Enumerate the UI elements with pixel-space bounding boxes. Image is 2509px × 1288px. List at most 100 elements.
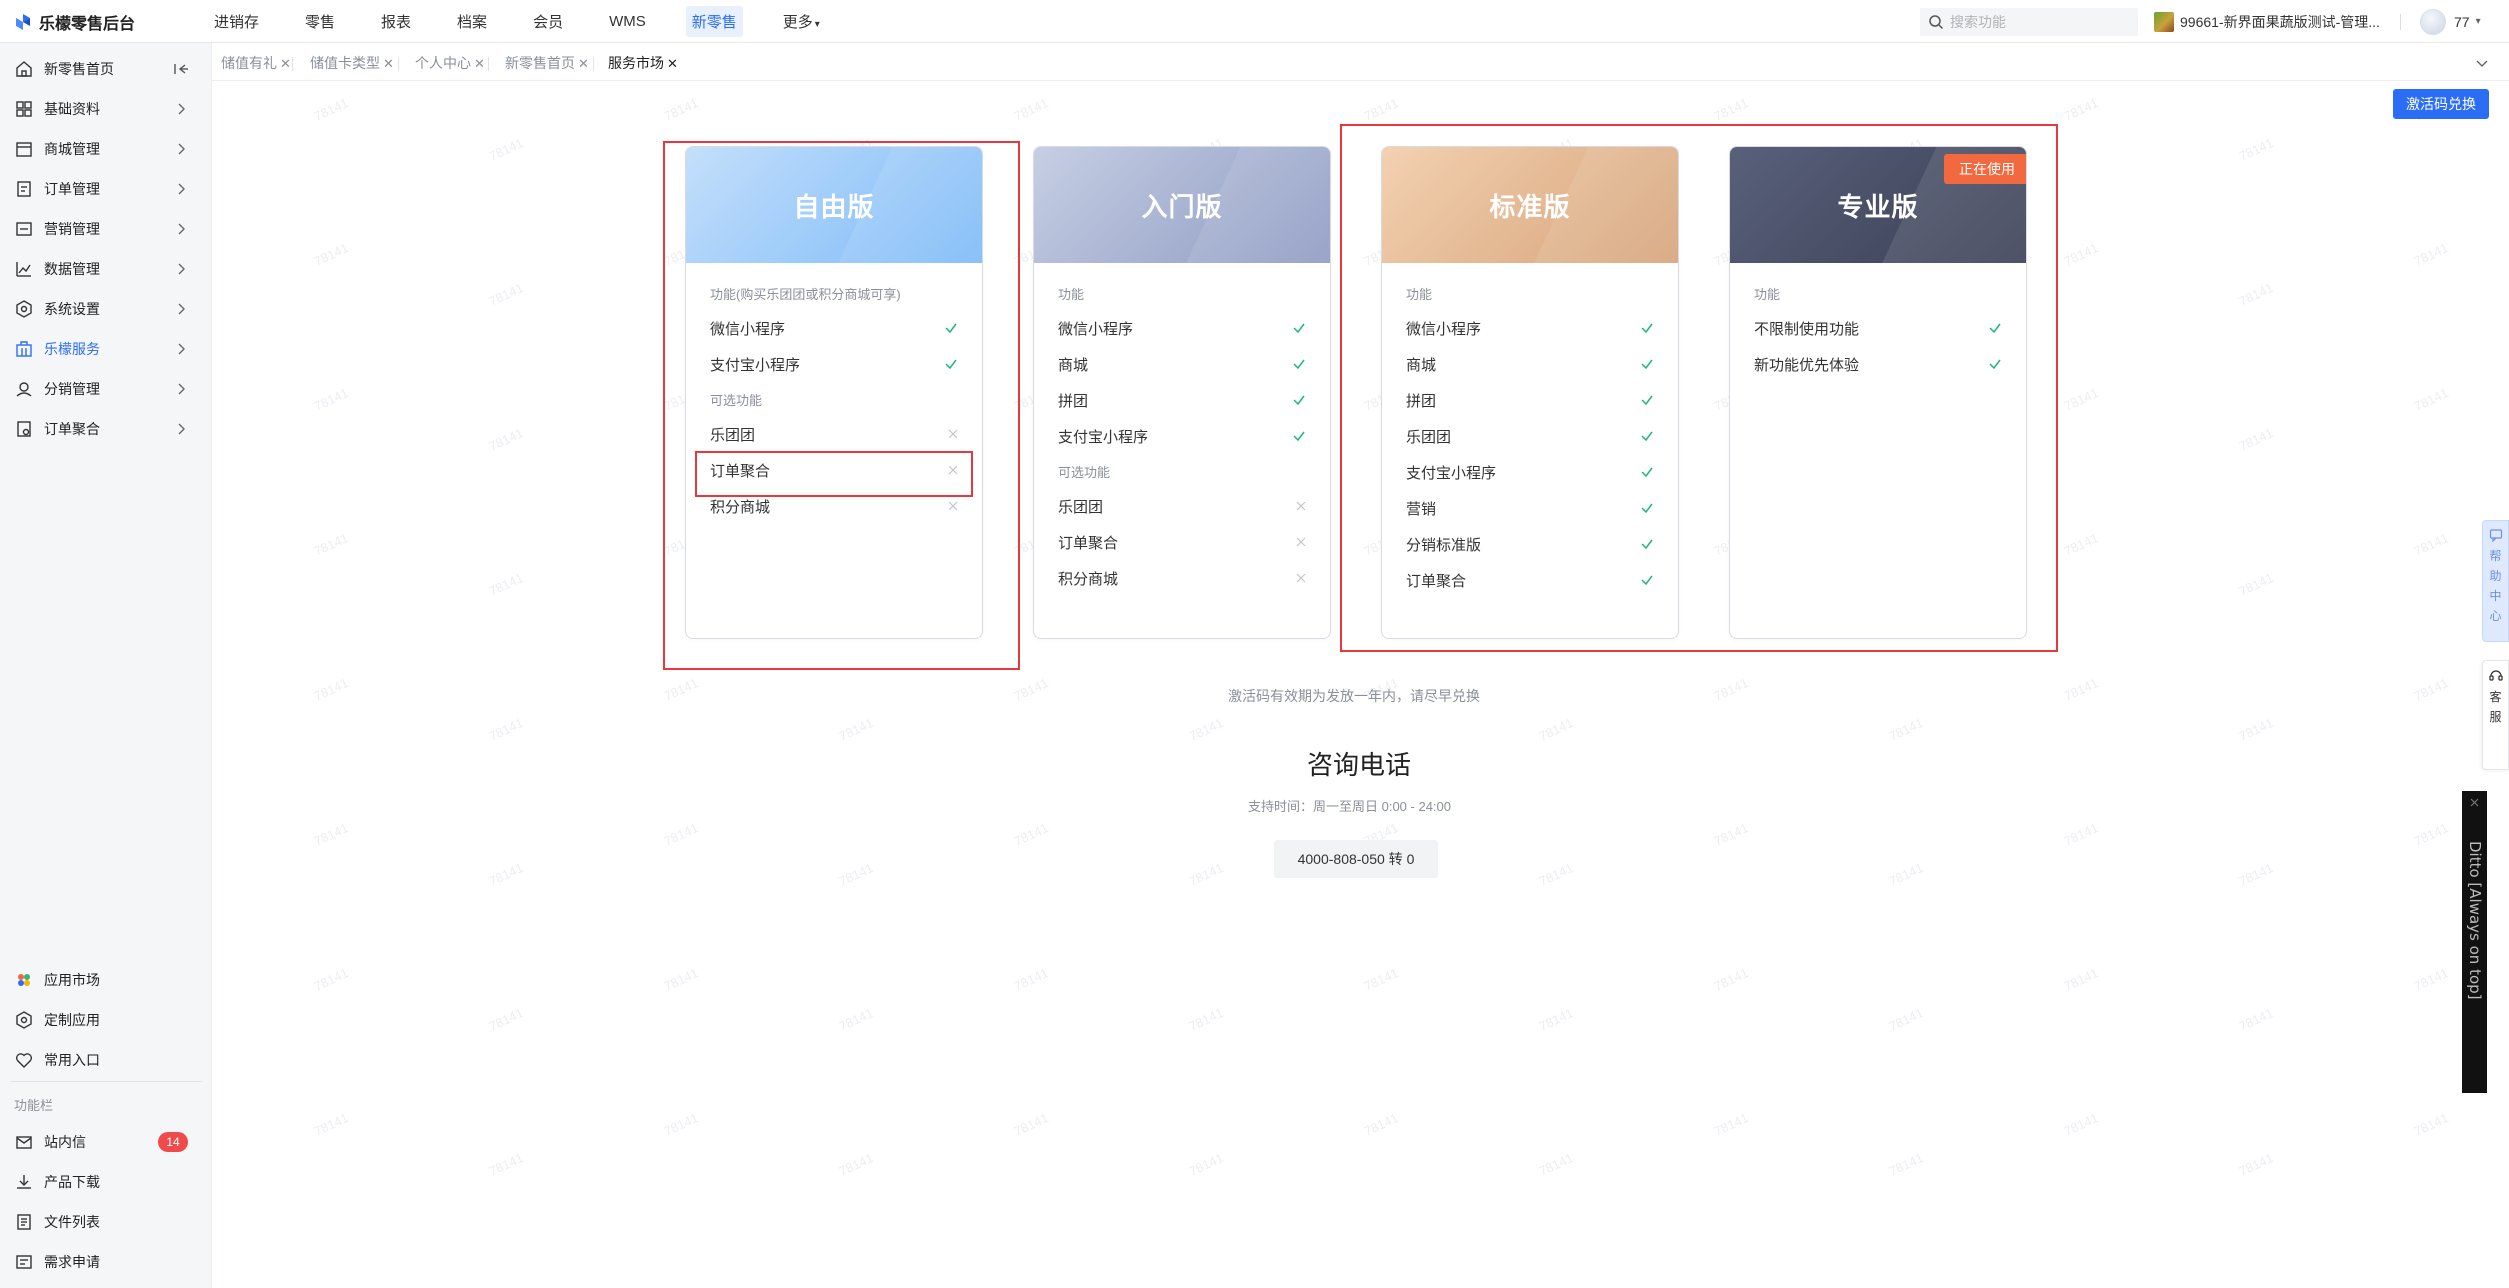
topnav-item-report[interactable]: 报表: [375, 6, 417, 37]
sidebar-item-settings[interactable]: 系统设置: [0, 291, 212, 327]
watermark-text: 78141: [1886, 1150, 1926, 1179]
close-icon[interactable]: [2470, 798, 2479, 807]
help-center-tab[interactable]: 帮助中心: [2482, 520, 2509, 642]
help-center-label: 帮助中心: [2489, 549, 2502, 623]
sidebar-item-new-retail-home[interactable]: 新零售首页: [0, 51, 212, 87]
watermark-text: 78141: [1711, 95, 1751, 124]
close-icon[interactable]: ✕: [667, 56, 678, 71]
grid-icon: [16, 101, 32, 117]
watermark-text: 78141: [836, 715, 876, 744]
feature-item: 拼团: [1406, 382, 1654, 418]
sidebar-item-requests[interactable]: 需求申请: [0, 1244, 212, 1280]
phone-number-button[interactable]: 4000-808-050 转 0: [1274, 840, 1438, 878]
topnav-item-new-retail[interactable]: 新零售: [685, 6, 743, 37]
watermark-text: 78141: [1536, 715, 1576, 744]
watermark-text: 78141: [2061, 1110, 2101, 1139]
store-selector[interactable]: 99661-新界面果蔬版测试-管理...: [2154, 0, 2380, 43]
topnav-item-retail[interactable]: 零售: [299, 6, 341, 37]
tab-stored-value-gift[interactable]: 储值有礼 ✕: [221, 51, 291, 75]
sidebar-item-downloads[interactable]: 产品下载: [0, 1164, 212, 1200]
topnav-item-wms[interactable]: WMS: [603, 8, 652, 35]
check-icon: [1293, 359, 1305, 370]
optional-item: 积分商城: [710, 488, 958, 524]
feature-label: 订单聚合: [1058, 534, 1119, 552]
user-menu[interactable]: 77 ▾: [2420, 0, 2481, 43]
watermark-text: 78141: [2061, 95, 2101, 124]
feature-item: 商城: [1406, 346, 1654, 382]
home-icon: [16, 61, 32, 77]
check-icon: [1641, 395, 1653, 406]
topnav-item-jxc[interactable]: 进销存: [208, 6, 265, 37]
sidebar-item-favorites[interactable]: 常用入口: [0, 1042, 212, 1078]
tab-service-market[interactable]: 服务市场 ✕: [608, 51, 678, 75]
topnav-item-more[interactable]: 更多 ▾: [777, 6, 826, 37]
watermark-text: 78141: [1011, 1110, 1051, 1139]
ditto-window[interactable]: Ditto [Always on top]: [2462, 791, 2487, 1093]
feature-item: 拼团: [1058, 382, 1306, 418]
watermark-text: 78141: [836, 1150, 876, 1179]
watermark-text: 78141: [1536, 1150, 1576, 1179]
check-icon: [1641, 359, 1653, 370]
sidebar-item-mall[interactable]: 商城管理: [0, 131, 212, 167]
watermark-text: 78141: [2061, 385, 2101, 414]
tab-personal-center[interactable]: 个人中心 ✕: [415, 51, 485, 75]
sidebar-item-file-list[interactable]: 文件列表: [0, 1204, 212, 1240]
watermark-text: 78141: [311, 95, 351, 124]
feature-item: 营销: [1406, 490, 1654, 526]
sidebar-item-label: 商城管理: [44, 141, 100, 157]
topnav-item-archive[interactable]: 档案: [451, 6, 493, 37]
close-icon[interactable]: ✕: [578, 56, 589, 71]
sidebar-item-order-aggregate[interactable]: 订单聚合: [0, 411, 212, 447]
brand[interactable]: 乐檬零售后台: [14, 0, 135, 43]
collapse-sidebar-icon[interactable]: [172, 60, 190, 78]
tab-new-retail-home[interactable]: 新零售首页 ✕: [505, 51, 589, 75]
brand-logo-icon: [16, 13, 30, 30]
sidebar-item-data[interactable]: 数据管理: [0, 251, 212, 287]
sidebar-item-orders[interactable]: 订单管理: [0, 171, 212, 207]
tab-stored-card-type[interactable]: 储值卡类型 ✕: [310, 51, 394, 75]
sidebar-item-app-market[interactable]: 应用市场: [0, 962, 212, 998]
sidebar-item-label: 产品下载: [44, 1174, 100, 1190]
search-icon: [1929, 15, 1944, 30]
chevron-right-icon: [178, 103, 185, 115]
sidebar-item-label: 站内信: [44, 1134, 86, 1150]
tab-label: 新零售首页: [505, 55, 575, 71]
optional-section-label: 可选功能: [710, 393, 763, 408]
feature-label: 分销标准版: [1406, 536, 1482, 554]
topnav-item-member[interactable]: 会员: [527, 6, 569, 37]
feature-label: 乐团团: [710, 426, 756, 444]
plan-card-body: 功能 微信小程序 商城 拼团 支付宝小程序 可选功能 乐团团 订单聚合 积分商城: [1034, 263, 1330, 596]
plan-title: 专业版: [1837, 191, 1919, 222]
feature-item: 乐团团: [1406, 418, 1654, 454]
chevron-right-icon: [178, 223, 185, 235]
customer-service-tab[interactable]: 客服: [2482, 660, 2509, 770]
close-icon[interactable]: ✕: [280, 56, 291, 71]
close-icon[interactable]: ✕: [474, 56, 485, 71]
watermark-text: 78141: [1536, 860, 1576, 889]
sidebar-item-lemeng-service[interactable]: 乐檬服务: [0, 331, 212, 367]
watermark-text: 78141: [1711, 965, 1751, 994]
watermark-text: 78141: [486, 715, 526, 744]
mail-icon: [16, 1136, 32, 1149]
plan-card-body: 功能 微信小程序 商城 拼团 乐团团 支付宝小程序 营销 分销标准版 订单聚合: [1382, 263, 1678, 598]
sidebar-item-label: 定制应用: [44, 1012, 100, 1028]
sidebar-item-messages[interactable]: 站内信 14: [0, 1124, 212, 1160]
chevron-down-icon[interactable]: [2474, 55, 2490, 71]
sidebar-item-distribution[interactable]: 分销管理: [0, 371, 212, 407]
watermark-text: 78141: [661, 1110, 701, 1139]
search-input[interactable]: [1920, 8, 2138, 36]
watermark-text: 78141: [486, 280, 526, 309]
sidebar-item-basic-data[interactable]: 基础资料: [0, 91, 212, 127]
watermark-text: 78141: [486, 135, 526, 164]
watermark-text: 78141: [2236, 860, 2276, 889]
sidebar-item-custom-app[interactable]: 定制应用: [0, 1002, 212, 1038]
sidebar-item-marketing[interactable]: 营销管理: [0, 211, 212, 247]
activate-code-button[interactable]: 激活码兑换: [2393, 89, 2489, 119]
close-icon[interactable]: ✕: [383, 56, 394, 71]
check-icon: [945, 323, 957, 334]
check-icon: [1641, 539, 1653, 550]
check-icon: [1293, 431, 1305, 442]
caret-down-icon: ▾: [2475, 16, 2481, 27]
sidebar-item-label: 系统设置: [44, 301, 100, 317]
watermark-text: 78141: [2411, 820, 2451, 849]
